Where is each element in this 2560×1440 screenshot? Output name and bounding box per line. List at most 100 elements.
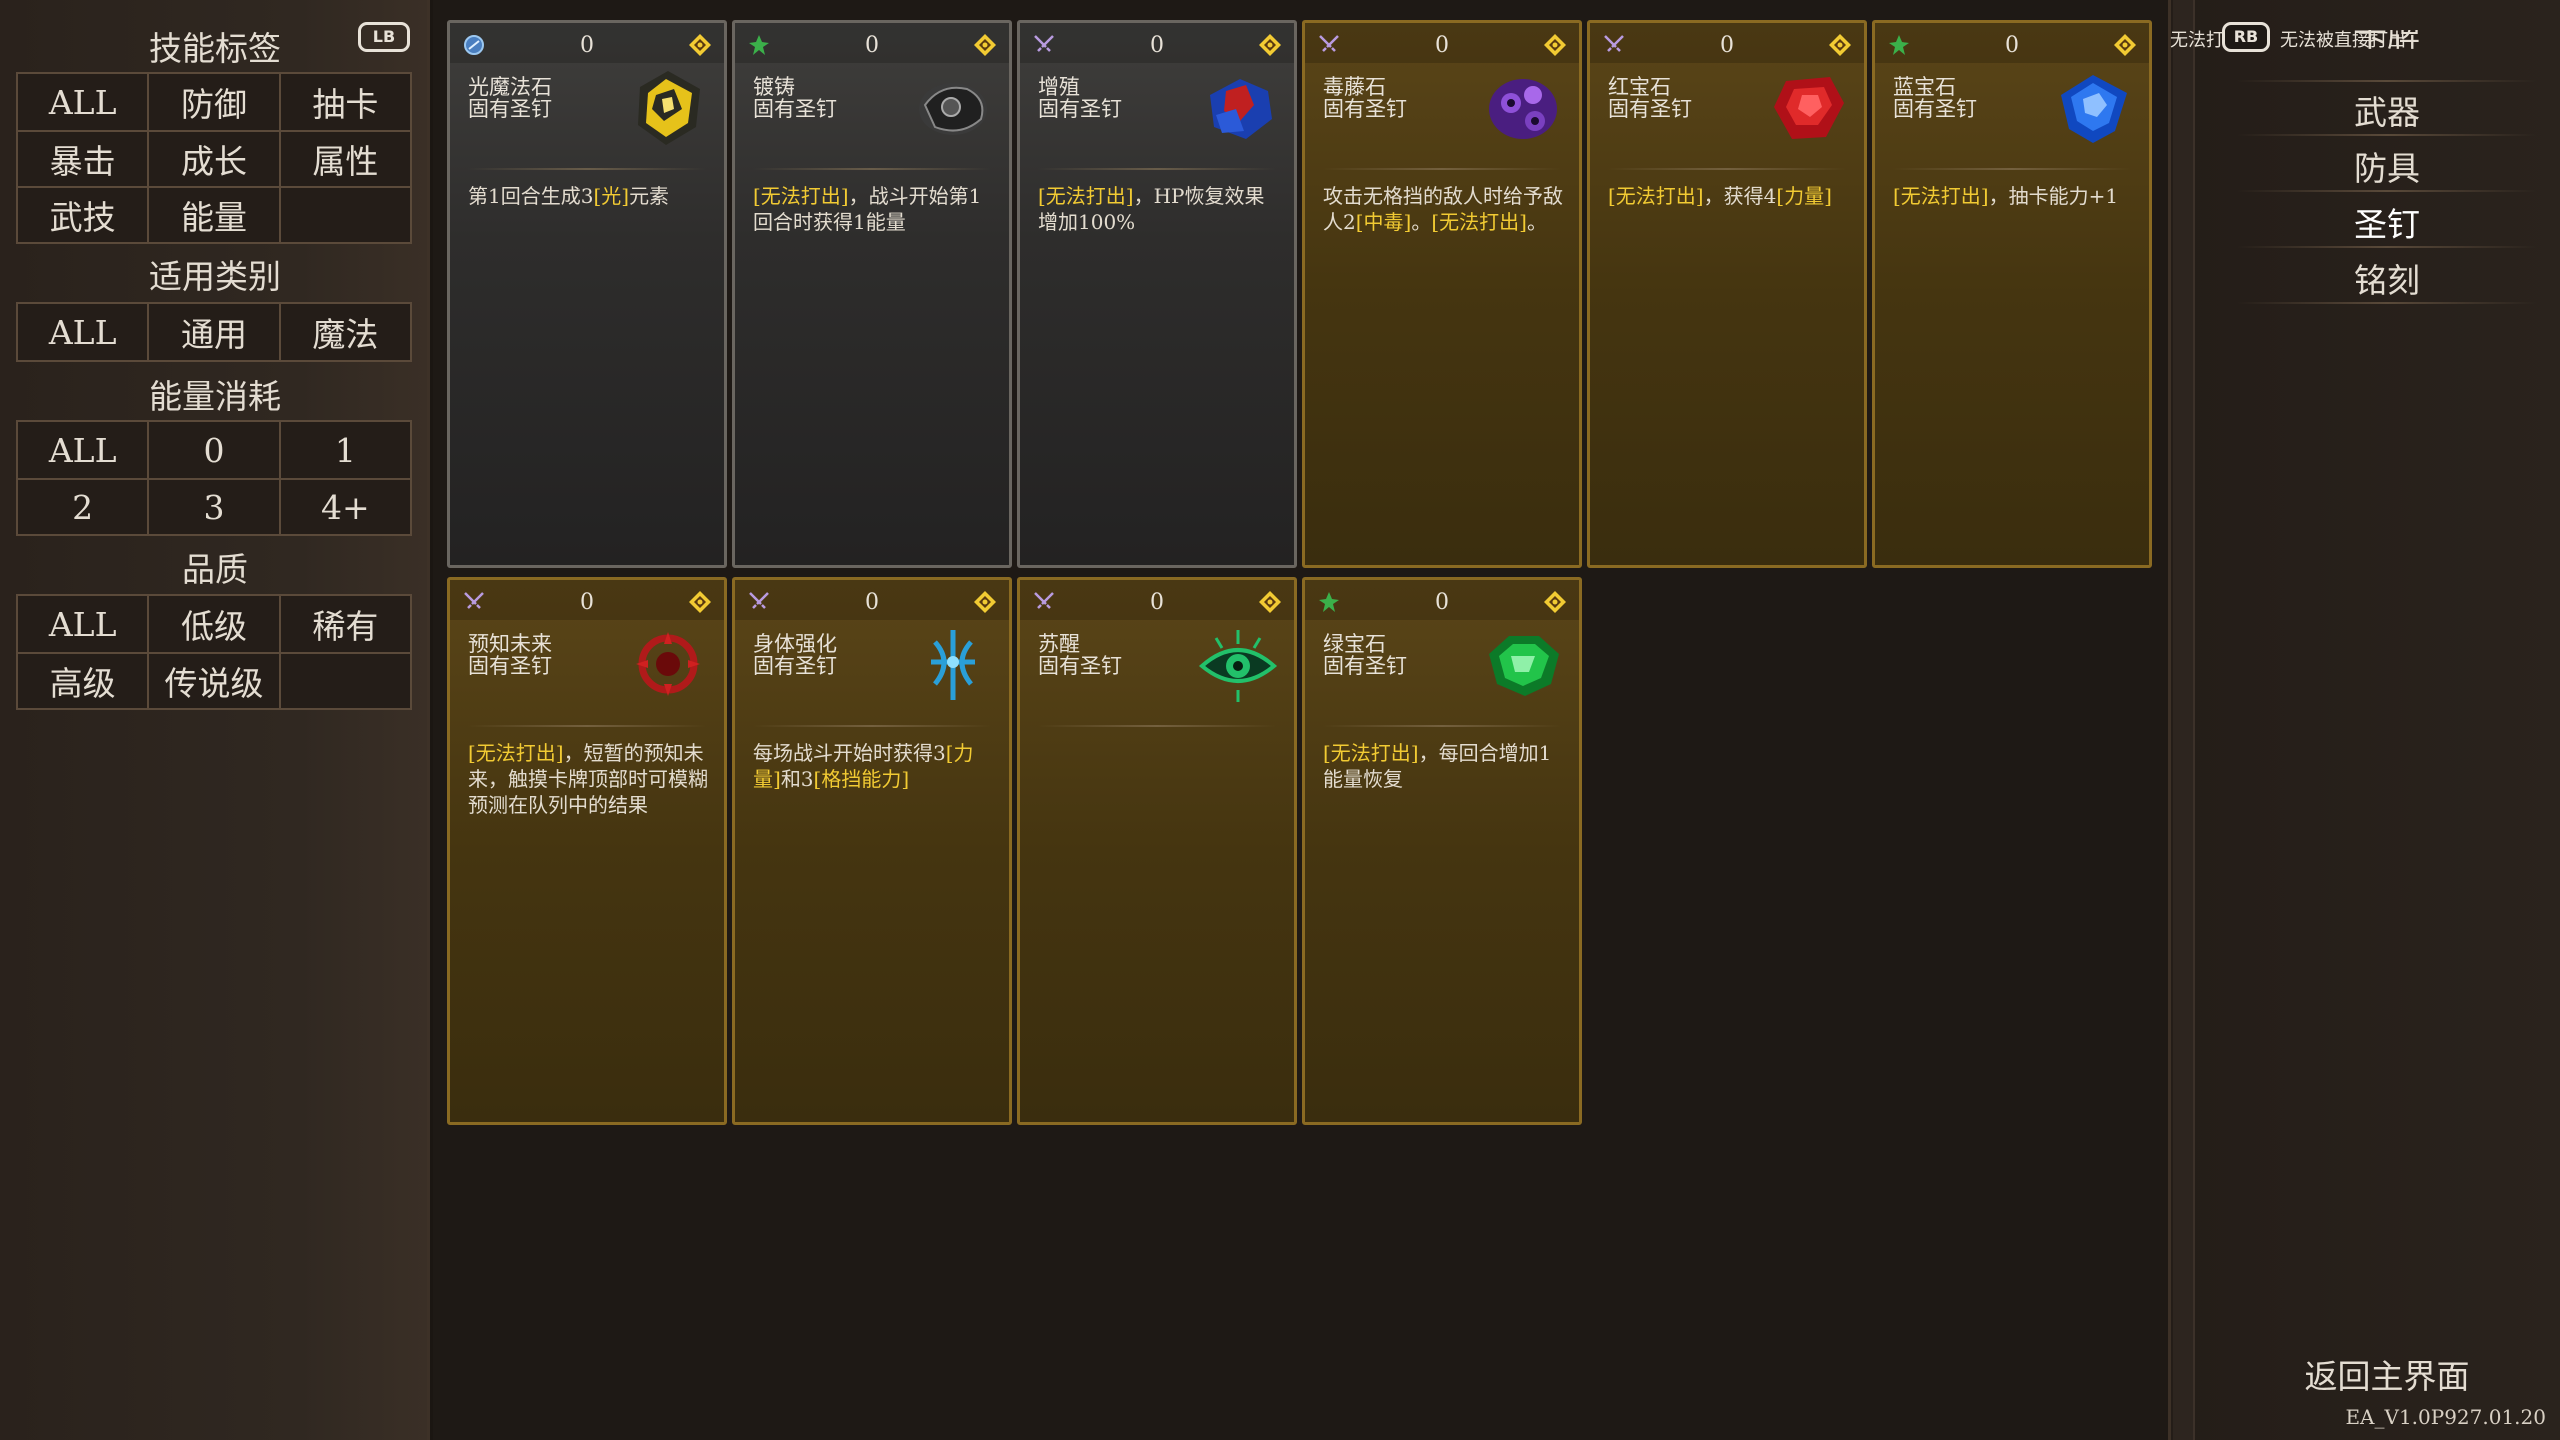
rarity-icon (1828, 33, 1852, 57)
card-divider (753, 168, 991, 170)
menu-divider (2237, 246, 2537, 248)
rarity-icon (1543, 590, 1567, 614)
filter-quality-high[interactable]: 高级 (18, 654, 147, 708)
menu-divider (2237, 80, 2537, 82)
filter-panel: 技能标签 LB ALL 防御 抽卡 暴击 成长 属性 武技 能量 适用类别 ALL 通用 魔法… (0, 0, 430, 1440)
menu-divider (2237, 134, 2537, 136)
menu-divider (2237, 302, 2537, 304)
card-cost: 0 (865, 590, 879, 615)
relic-card[interactable]: 0 苏醒 固有圣钉 (1017, 577, 1297, 1125)
filter-energy-0[interactable]: 0 (147, 422, 278, 478)
scrollbar[interactable] (2173, 0, 2195, 1440)
menu-item-nails[interactable]: 圣钉 (2237, 198, 2537, 246)
card-description: 第1回合生成3[光]元素 (468, 184, 670, 208)
relic-card[interactable]: 0 蓝宝石 固有圣钉 [无法打出]，抽卡能力+1 (1872, 20, 2152, 568)
card-cost: 0 (580, 33, 594, 58)
energy-grid: ALL 0 1 2 3 4+ (16, 420, 412, 536)
filter-app-general[interactable]: 通用 (147, 304, 278, 360)
rarity-icon (688, 33, 712, 57)
rarity-icon (1258, 590, 1282, 614)
filter-quality-legendary[interactable]: 传说级 (147, 654, 278, 708)
card-cost: 0 (1150, 33, 1164, 58)
menu-item-weapons[interactable]: 武器 (2237, 86, 2537, 134)
rarity-icon (688, 590, 712, 614)
card-description: 攻击无格挡的敌人时给予敌人2[中毒]。[无法打出]。 (1323, 184, 1563, 234)
card-subtype: 固有圣钉 (468, 97, 552, 121)
filter-quality-all[interactable]: ALL (18, 596, 147, 652)
emerald-icon (1481, 622, 1565, 706)
green-eye-icon (1196, 622, 1280, 706)
card-description: [无法打出]，每回合增加1能量恢复 (1323, 741, 1552, 791)
card-divider (753, 725, 991, 727)
filter-quality-rare[interactable]: 稀有 (278, 596, 410, 652)
filter-energy-1[interactable]: 1 (278, 422, 410, 478)
filter-energy-3[interactable]: 3 (147, 480, 278, 534)
card-description: [无法打出]，战斗开始第1回合时获得1能量 (753, 184, 982, 234)
filter-energy-2[interactable]: 2 (18, 480, 147, 534)
relic-card[interactable]: 0 增殖 固有圣钉 [无法打出]，HP恢复效果增加100% (1017, 20, 1297, 568)
version-label: EA_V1.0P927.01.20 (2345, 1405, 2546, 1429)
relic-card[interactable]: 0 毒藤石 固有圣钉 攻击无格挡的敌人时给予敌人2[中毒]。[无法打出]。 (1302, 20, 1582, 568)
card-cost: 0 (1435, 590, 1449, 615)
card-cost: 0 (2005, 33, 2019, 58)
filter-quality-low[interactable]: 低级 (147, 596, 278, 652)
back-to-main-button[interactable]: 返回主界面 (2237, 1350, 2537, 1398)
filter-app-all[interactable]: ALL (18, 304, 147, 360)
card-subtype: 固有圣钉 (1608, 97, 1692, 121)
card-cost: 0 (1720, 33, 1734, 58)
filter-tag-defense[interactable]: 防御 (147, 74, 278, 130)
purple-stone-icon (1481, 65, 1565, 149)
hint-text-left: 无法打 (2170, 30, 2224, 51)
rb-button-icon[interactable]: RB (2222, 22, 2270, 52)
rarity-icon (973, 33, 997, 57)
card-divider (1608, 168, 1846, 170)
filter-tag-crit[interactable]: 暴击 (18, 132, 147, 186)
rarity-icon (1258, 33, 1282, 57)
card-divider (1038, 168, 1276, 170)
dark-ore-icon (911, 65, 995, 149)
filter-app-magic[interactable]: 魔法 (278, 304, 410, 360)
filter-energy-4plus[interactable]: 4+ (278, 480, 410, 534)
card-subtype: 固有圣钉 (1038, 97, 1122, 121)
card-description: 每场战斗开始时获得3[力量]和3[格挡能力] (753, 741, 974, 791)
relic-card[interactable]: 0 光魔法石 固有圣钉 第1回合生成3[光]元素 (447, 20, 727, 568)
menu-item-armor[interactable]: 防具 (2237, 142, 2537, 190)
relic-card[interactable]: 0 红宝石 固有圣钉 [无法打出]，获得4[力量] (1587, 20, 1867, 568)
filter-tag-draw[interactable]: 抽卡 (278, 74, 410, 130)
card-divider (1038, 725, 1276, 727)
applicable-grid: ALL 通用 魔法 (16, 302, 412, 362)
card-subtype: 固有圣钉 (1038, 654, 1122, 678)
menu-item-inscription[interactable]: 铭刻 (2237, 254, 2537, 302)
filter-energy-all[interactable]: ALL (18, 422, 147, 478)
ruby-icon (1766, 65, 1850, 149)
card-cost: 0 (1435, 33, 1449, 58)
relic-card[interactable]: 0 镀铸 固有圣钉 [无法打出]，战斗开始第1回合时获得1能量 (732, 20, 1012, 568)
filter-tag-growth[interactable]: 成长 (147, 132, 278, 186)
energy-title: 能量消耗 (149, 377, 281, 416)
card-description: [无法打出]，获得4[力量] (1608, 184, 1832, 208)
card-divider (1893, 168, 2131, 170)
filter-tag-all[interactable]: ALL (18, 74, 147, 130)
card-description: [无法打出]，短暂的预知未来，触摸卡牌顶部时可模糊预测在队列中的结果 (468, 741, 708, 817)
filter-tag-martial[interactable]: 武技 (18, 188, 147, 242)
filter-tag-energy[interactable]: 能量 (147, 188, 278, 242)
applicable-title: 适用类别 (149, 257, 281, 296)
card-cost: 0 (865, 33, 879, 58)
card-subtype: 固有圣钉 (1323, 654, 1407, 678)
card-divider (1323, 168, 1561, 170)
lb-button-icon[interactable]: LB (358, 22, 410, 52)
card-divider (468, 725, 706, 727)
skill-tags-grid: ALL 防御 抽卡 暴击 成长 属性 武技 能量 (16, 72, 412, 244)
relic-card[interactable]: 0 预知未来 固有圣钉 [无法打出]，短暂的预知未来，触摸卡牌顶部时可模糊预测在队列中… (447, 577, 727, 1125)
relic-card[interactable]: 0 绿宝石 固有圣钉 [无法打出]，每回合增加1能量恢复 (1302, 577, 1582, 1125)
menu-divider (2237, 190, 2537, 192)
card-divider (1323, 725, 1561, 727)
relic-card[interactable]: 0 身体强化 固有圣钉 每场战斗开始时获得3[力量]和3[格挡能力] (732, 577, 1012, 1125)
card-divider (468, 168, 706, 170)
card-subtype: 固有圣钉 (753, 654, 837, 678)
blue-red-crystal-icon (1196, 65, 1280, 149)
card-description: [无法打出]，HP恢复效果增加100% (1038, 184, 1265, 234)
blue-rune-icon (911, 622, 995, 706)
hint-text-right: 无法被直接打出 (2280, 30, 2406, 51)
filter-tag-attribute[interactable]: 属性 (278, 132, 410, 186)
